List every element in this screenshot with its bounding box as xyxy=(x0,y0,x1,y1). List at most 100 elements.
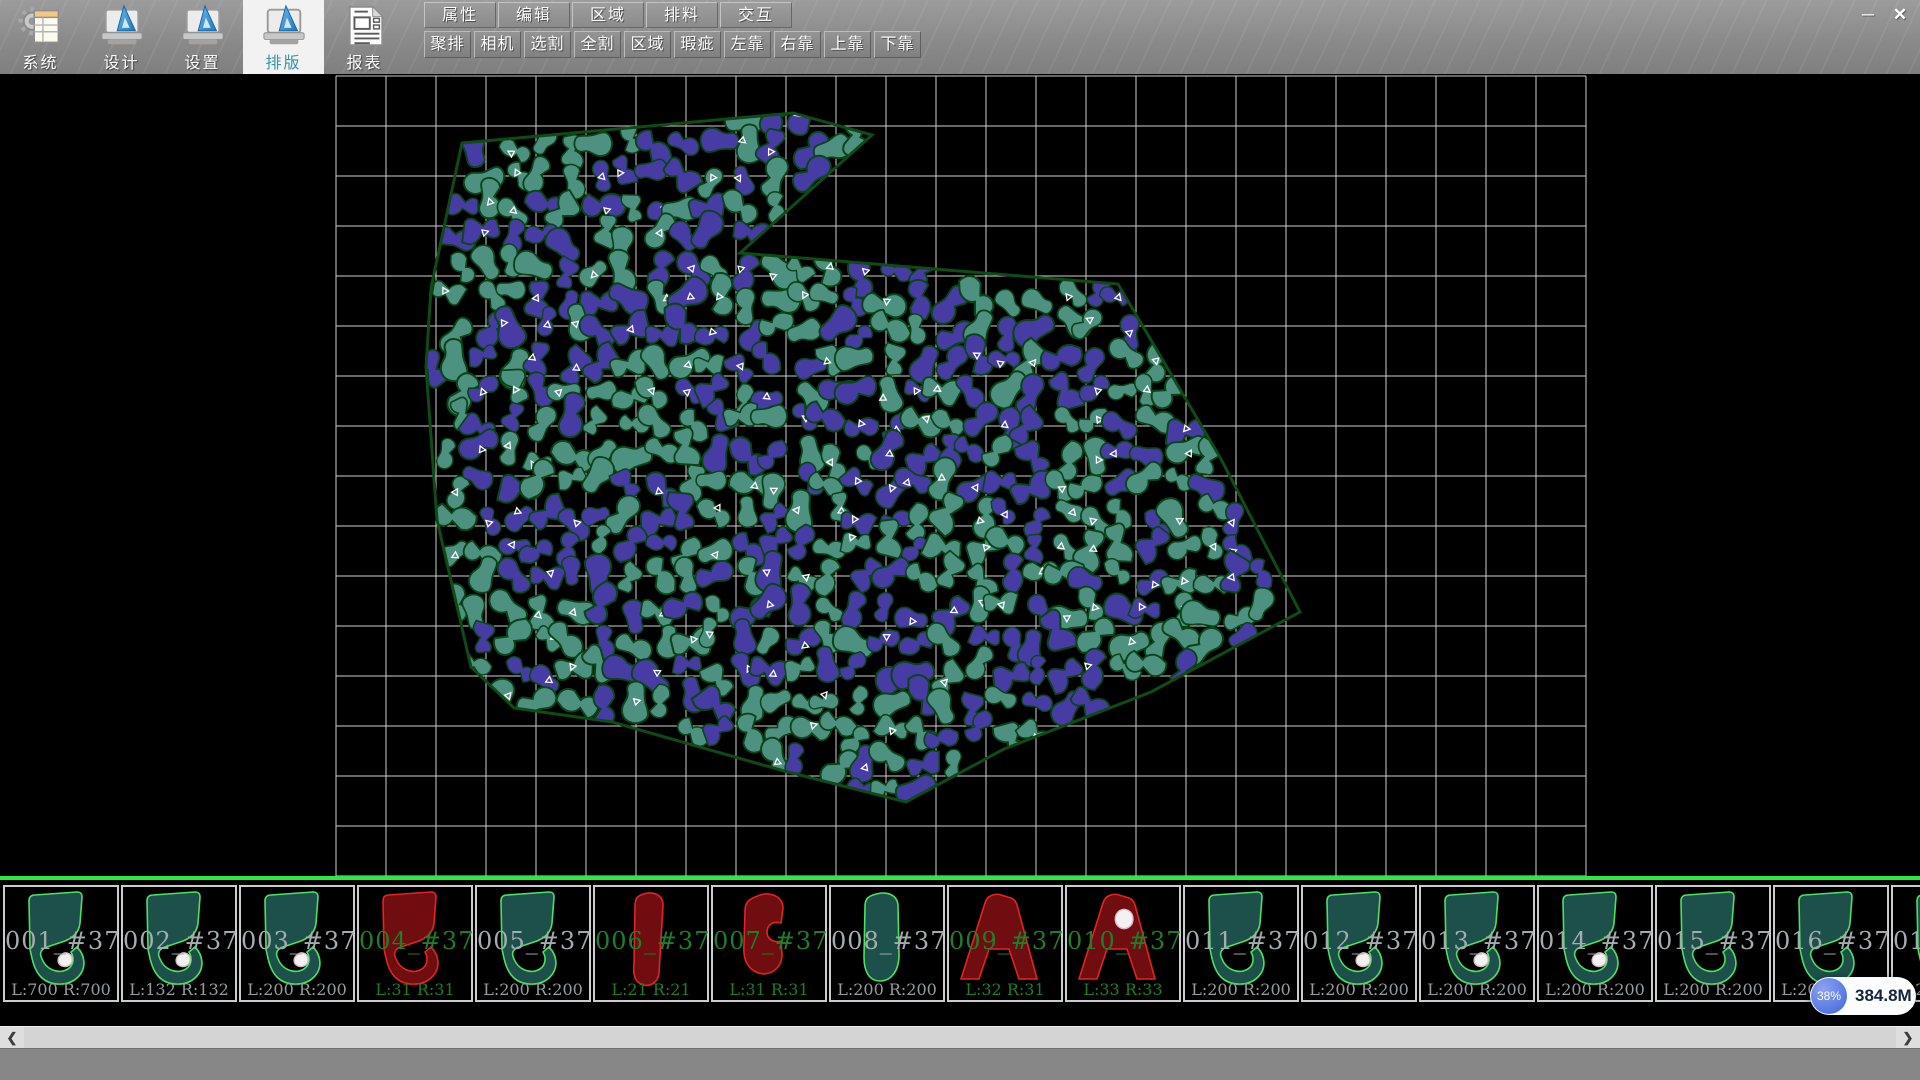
menu-tab-region[interactable]: 区域 xyxy=(572,2,644,28)
piece-thumbnail[interactable]: 003_#37 L:200 R:200 xyxy=(239,885,355,1002)
nested-piece xyxy=(840,532,871,553)
tool-button-select-cut[interactable]: 选割 xyxy=(524,31,571,58)
tool-buttons: 聚排相机选割全割区域瑕疵左靠右靠上靠下靠 xyxy=(424,31,924,58)
piece-lr-label: L:200 R:200 xyxy=(1303,980,1415,999)
piece-name-label: 015_#37 xyxy=(1657,927,1769,955)
piece-thumbnail[interactable]: 011_#37L:200 R:200 xyxy=(1183,885,1299,1002)
menu-tab-interact[interactable]: 交互 xyxy=(720,2,792,28)
tool-button-snap-top[interactable]: 上靠 xyxy=(824,31,871,58)
memory-usage-badge: 38% 384.8M xyxy=(1810,977,1916,1015)
tool-button-snap-left[interactable]: 左靠 xyxy=(724,31,771,58)
piece-name-label: 010_#37 xyxy=(1067,927,1179,955)
nested-piece xyxy=(873,591,894,623)
nested-piece xyxy=(672,655,701,674)
menu-tabs: 属性编辑区域排料交互 xyxy=(424,2,794,28)
document-icon xyxy=(342,3,388,49)
piece-thumbnail[interactable]: 002_#37L:132 R:132 xyxy=(121,885,237,1002)
scroll-right-arrow[interactable]: ❯ xyxy=(1896,1027,1920,1049)
nested-piece xyxy=(461,217,501,245)
piece-name-label: 004_#37 xyxy=(359,927,471,955)
piece-name-label: 011_#37 xyxy=(1185,927,1297,955)
app-tab-label: 报表 xyxy=(346,49,382,73)
app-tab-system[interactable]: 系统 xyxy=(0,0,81,74)
piece-name-label: 003_#37 xyxy=(241,927,353,955)
piece-hole xyxy=(294,953,308,967)
nested-piece xyxy=(435,437,456,470)
piece-lr-label: L:32 R:31 xyxy=(949,980,1061,999)
nested-piece xyxy=(832,372,880,408)
scroll-left-arrow[interactable]: ❮ xyxy=(0,1027,24,1049)
nested-piece xyxy=(962,642,996,683)
piece-thumbnail[interactable]: 009_#37 L:32 R:31 xyxy=(947,885,1063,1002)
piece-lr-label: L:200 R:200 xyxy=(1421,980,1533,999)
piece-lr-label: L:200 R:200 xyxy=(477,980,589,999)
tool-button-cluster-nest[interactable]: 聚排 xyxy=(424,31,471,58)
piece-name-label: 012_#37 xyxy=(1303,927,1415,955)
piece-hole xyxy=(176,953,190,967)
piece-name-label: 001_#37 xyxy=(5,927,117,955)
piece-name-label: 007_#37 xyxy=(713,927,825,955)
piece-thumbnail[interactable]: 005_#37L:200 R:200 xyxy=(475,885,591,1002)
app-tab-design[interactable]: 设计 xyxy=(81,0,162,74)
menu-tab-edit[interactable]: 编辑 xyxy=(498,2,570,28)
nested-piece xyxy=(1106,380,1138,401)
nested-piece xyxy=(1199,526,1225,560)
nested-pieces xyxy=(410,92,1278,806)
minimize-button[interactable]: ─ xyxy=(1852,2,1884,28)
close-button[interactable]: ✕ xyxy=(1884,2,1916,28)
piece-hole xyxy=(1474,953,1488,967)
piece-name-label: 014_#37 xyxy=(1539,927,1651,955)
piece-thumbnail[interactable]: 004_#37L:31 R:31 xyxy=(357,885,473,1002)
window-controls: ─ ✕ xyxy=(1852,2,1916,28)
nested-piece xyxy=(842,411,881,444)
piece-thumbnail[interactable]: 008_#37L:200 R:200 xyxy=(829,885,945,1002)
tool-button-snap-right[interactable]: 右靠 xyxy=(774,31,821,58)
app-tab-nesting[interactable]: 排版 xyxy=(243,0,324,74)
ribbon-bar: 系统设计设置排版报表 属性编辑区域排料交互 聚排相机选割全割区域瑕疵左靠右靠上靠… xyxy=(0,0,1920,74)
nested-piece xyxy=(499,400,529,434)
nested-piece xyxy=(633,400,675,442)
tool-button-camera[interactable]: 相机 xyxy=(474,31,521,58)
nested-piece xyxy=(1250,559,1272,590)
piece-name-label: 002_#37 xyxy=(123,927,235,955)
piece-thumbnail[interactable]: 014_#37 L:200 R:200 xyxy=(1537,885,1653,1002)
piece-hole xyxy=(1592,953,1606,967)
tool-button-cut-all[interactable]: 全割 xyxy=(574,31,621,58)
tool-button-snap-bottom[interactable]: 下靠 xyxy=(874,31,921,58)
tool-button-defect[interactable]: 瑕疵 xyxy=(674,31,721,58)
piece-thumbnail[interactable]: 010_#37L:33 R:33 xyxy=(1065,885,1181,1002)
piece-hole xyxy=(1115,909,1133,928)
horizontal-scrollbar[interactable]: ❮ ❯ xyxy=(0,1026,1920,1048)
app-tab-report[interactable]: 报表 xyxy=(324,0,405,74)
piece-thumbnail[interactable]: 013_#37L:200 R:200 xyxy=(1419,885,1535,1002)
menu-tab-nest[interactable]: 排料 xyxy=(646,2,718,28)
piece-thumbnail[interactable]: 007_#37L:31 R:31 xyxy=(711,885,827,1002)
nested-piece xyxy=(693,319,731,351)
menu-tab-properties[interactable]: 属性 xyxy=(424,2,496,28)
nested-piece xyxy=(471,620,495,654)
app-tab-label: 系统 xyxy=(22,49,58,73)
nesting-canvas[interactable] xyxy=(0,74,1920,876)
piece-name-label: 009_#37 xyxy=(949,927,1061,955)
piece-hole xyxy=(1356,953,1370,967)
app-tab-label: 设计 xyxy=(103,49,139,73)
piece-thumbnail[interactable]: 001_#37L:700 R:700 xyxy=(3,885,119,1002)
nested-piece xyxy=(811,244,844,287)
piece-lr-label: L:200 R:200 xyxy=(241,980,353,999)
app-tabs: 系统 设计 设置排版报表 xyxy=(0,0,405,74)
tool-button-region[interactable]: 区域 xyxy=(624,31,671,58)
nested-piece xyxy=(489,616,538,657)
nested-piece xyxy=(922,619,965,661)
piece-thumbnail[interactable]: 015_#37 L:200 R:200 xyxy=(1655,885,1771,1002)
app-tab-label: 设置 xyxy=(184,49,220,73)
piece-lr-label: L:200 R:200 xyxy=(1539,980,1651,999)
nested-piece xyxy=(750,338,782,377)
app-tab-settings[interactable]: 设置 xyxy=(162,0,243,74)
status-bar xyxy=(0,1048,1920,1080)
piece-lr-label: L:200 R:200 xyxy=(1657,980,1769,999)
nested-piece xyxy=(1020,691,1053,713)
piece-thumbnail[interactable]: 012_#37 L:200 R:200 xyxy=(1301,885,1417,1002)
piece-thumbnail[interactable]: 006_#37L:21 R:21 xyxy=(593,885,709,1002)
piece-lr-label: L:200 R:200 xyxy=(831,980,943,999)
percent-circle: 38% xyxy=(1811,978,1847,1014)
